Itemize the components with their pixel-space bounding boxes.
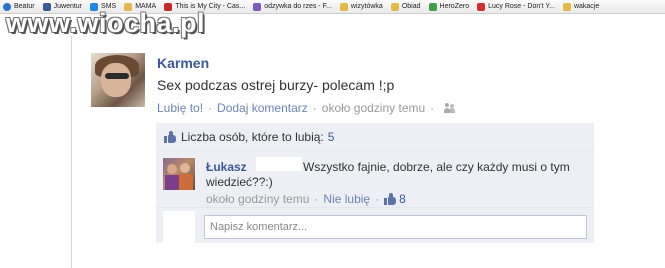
add-comment-link[interactable]: Dodaj komentarz bbox=[217, 101, 308, 115]
folder-icon bbox=[390, 2, 399, 11]
comment-meta: około godziny temu · Nie lubię · 8 bbox=[206, 192, 406, 206]
bookmark-item[interactable]: odzywka do rzes - F... bbox=[253, 2, 332, 11]
likes-summary: Liczba osób, które to lubią: 5 bbox=[156, 123, 594, 151]
redaction-box bbox=[256, 157, 302, 171]
bookmark-label: odzywka do rzes - F... bbox=[264, 3, 332, 10]
bookmark-label: HeroZero bbox=[439, 3, 470, 10]
bookmark-label: wizytówka bbox=[350, 3, 383, 10]
comment-item: Łukasz Wszystko fajnie, dobrze, ale czy … bbox=[156, 152, 594, 208]
comment-text-line2: wiedzieć??:) bbox=[206, 175, 273, 189]
bookmark-label: wakacje bbox=[573, 3, 600, 10]
comment-timestamp[interactable]: około godziny temu bbox=[206, 192, 309, 206]
watermark-logo: www.wiocha.pl bbox=[6, 8, 206, 38]
folder-icon bbox=[562, 2, 571, 11]
bookmark-item[interactable]: Lucy Rose - Don't Y... bbox=[477, 2, 555, 11]
friends-privacy-icon[interactable] bbox=[444, 103, 456, 113]
unlike-link[interactable]: Nie lubię bbox=[323, 192, 370, 206]
likes-label[interactable]: Liczba osób, które to lubią: bbox=[181, 130, 324, 144]
commenter-avatar[interactable] bbox=[163, 158, 195, 190]
author-avatar[interactable] bbox=[91, 53, 145, 107]
post-text: Sex podczas ostrej burzy- polecam !;p bbox=[157, 77, 395, 93]
divider-line bbox=[71, 36, 72, 268]
comment-text-line1: Wszystko fajnie, dobrze, ale czy każdy m… bbox=[303, 160, 570, 174]
bookmark-item[interactable]: wakacje bbox=[562, 2, 600, 11]
like-link[interactable]: Lubię to! bbox=[157, 101, 203, 115]
bookmark-item[interactable]: wizytówka bbox=[339, 2, 383, 11]
thumbs-up-icon bbox=[164, 130, 176, 143]
post-timestamp[interactable]: około godziny temu bbox=[322, 101, 425, 115]
page-icon bbox=[253, 2, 262, 11]
post-meta: Lubię to! · Dodaj komentarz · około godz… bbox=[157, 101, 456, 115]
current-user-avatar bbox=[163, 211, 195, 243]
bookmark-label: Lucy Rose - Don't Y... bbox=[488, 3, 555, 10]
feedback-box: Liczba osób, które to lubią: 5 Łukasz Ws… bbox=[156, 123, 594, 243]
post-author-name[interactable]: Karmen bbox=[157, 55, 209, 71]
page-icon bbox=[428, 2, 437, 11]
youtube-icon bbox=[477, 2, 486, 11]
bookmark-label: Obiad bbox=[401, 3, 421, 10]
thumbs-up-icon bbox=[384, 193, 397, 205]
write-comment-row bbox=[156, 209, 594, 243]
bookmark-item[interactable]: HeroZero bbox=[428, 2, 470, 11]
comment-like-count[interactable]: 8 bbox=[399, 192, 406, 206]
commenter-name[interactable]: Łukasz bbox=[206, 160, 247, 174]
likes-count[interactable]: 5 bbox=[328, 130, 335, 144]
folder-icon bbox=[339, 2, 348, 11]
bookmark-item[interactable]: Obiad bbox=[390, 2, 421, 11]
comment-input[interactable] bbox=[204, 215, 587, 239]
